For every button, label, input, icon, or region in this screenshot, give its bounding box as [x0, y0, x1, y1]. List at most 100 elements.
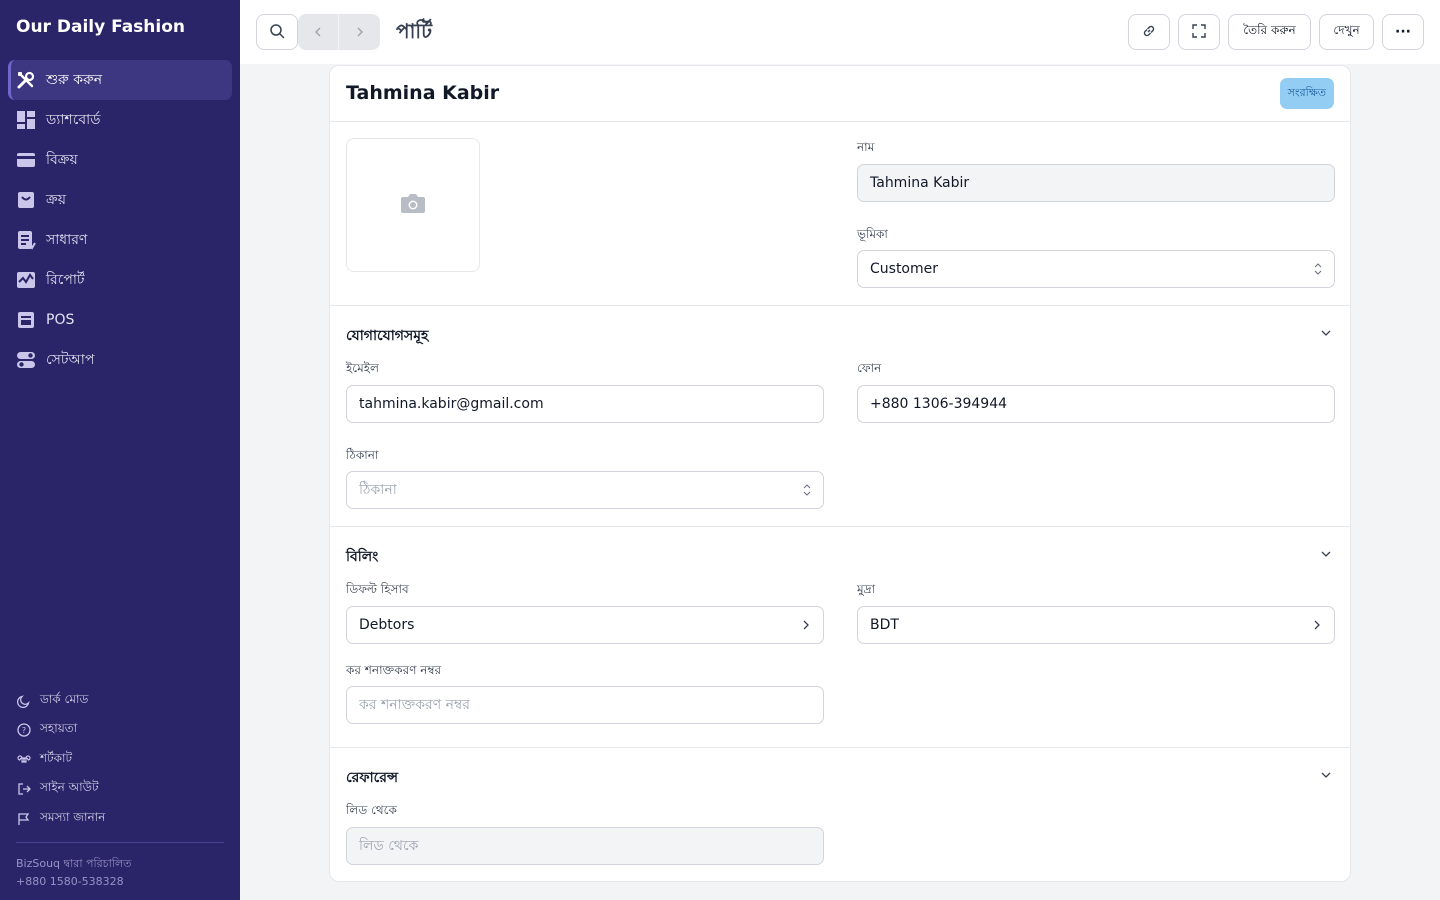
- flag-icon: [16, 811, 32, 827]
- more-options-button[interactable]: ···: [1382, 14, 1424, 50]
- sign-out-icon: [16, 781, 32, 797]
- dark-mode-label: ডার্ক মোড: [40, 691, 89, 706]
- help-link[interactable]: ? সহায়তা: [16, 716, 224, 746]
- section-divider: [330, 747, 1350, 748]
- sign-out-link[interactable]: সাইন আউট: [16, 775, 224, 805]
- back-button[interactable]: [298, 14, 339, 50]
- shortcuts-link[interactable]: শর্টকাট: [16, 745, 224, 775]
- report-issue-label: সমস্যা জানান: [40, 809, 106, 824]
- email-field[interactable]: tahmina.kabir@gmail.com: [346, 385, 824, 423]
- reports-icon: [16, 270, 36, 290]
- billing-section-title[interactable]: বিলিং: [346, 545, 378, 569]
- chevron-right-icon: [354, 23, 366, 42]
- page-title: পার্টি: [396, 19, 432, 43]
- powered-by: BizSouq দ্বারা পরিচালিত +880 1580-538328: [16, 855, 131, 891]
- sidebar-item-label: বিক্রয়: [46, 152, 78, 168]
- sidebar-item-get-started[interactable]: শুরু করুন: [8, 60, 232, 100]
- references-section-title[interactable]: রেফারেন্স: [346, 766, 398, 790]
- common-icon: [16, 230, 36, 250]
- chevron-right-icon: [801, 607, 811, 643]
- email-label: ইমেইল: [346, 361, 379, 375]
- sidebar-item-label: সাধারণ: [46, 232, 88, 248]
- dark-mode-toggle[interactable]: ডার্ক মোড: [16, 686, 224, 716]
- chevron-left-icon: [312, 23, 324, 42]
- contacts-section-title[interactable]: যোগাযোগসমূহ: [346, 324, 428, 348]
- brand-name[interactable]: Our Daily Fashion: [16, 17, 185, 37]
- expand-icon: [1192, 23, 1206, 41]
- view-button[interactable]: দেখুন: [1319, 14, 1374, 50]
- sign-out-label: সাইন আউট: [40, 780, 99, 795]
- sidebar-nav: শুরু করুন ড্যাশবোর্ড বিক্রয় ক্রয় সাধার…: [8, 60, 232, 380]
- copy-link-button[interactable]: [1128, 14, 1170, 50]
- create-button[interactable]: তৈরি করুন: [1228, 14, 1311, 50]
- sidebar-item-reports[interactable]: রিপোর্ট: [8, 260, 232, 300]
- currency-field[interactable]: BDT: [857, 606, 1335, 644]
- contacts-collapse-toggle[interactable]: [1318, 325, 1334, 341]
- forward-button[interactable]: [339, 14, 380, 50]
- help-label: সহায়তা: [40, 721, 78, 736]
- party-name-heading: Tahmina Kabir: [346, 82, 500, 104]
- phone-value: +880 1306-394944: [870, 396, 1008, 412]
- section-divider: [330, 305, 1350, 306]
- link-icon: [1141, 23, 1157, 42]
- support-phone: +880 1580-538328: [16, 875, 124, 888]
- sidebar: Our Daily Fashion শুরু করুন ড্যাশবোর্ড ব…: [0, 0, 240, 900]
- email-value: tahmina.kabir@gmail.com: [359, 396, 544, 412]
- status-badge: সংরক্ষিত: [1279, 78, 1334, 109]
- party-form-card: Tahmina Kabir সংরক্ষিত নাম Tahmina Kabir…: [329, 65, 1351, 882]
- command-icon: [16, 752, 32, 768]
- pos-icon: [16, 310, 36, 330]
- tax-id-field[interactable]: কর শনাক্তকরণ নম্বর: [346, 686, 824, 724]
- billing-collapse-toggle[interactable]: [1318, 546, 1334, 562]
- fullscreen-button[interactable]: [1178, 14, 1220, 50]
- sidebar-item-purchase[interactable]: ক্রয়: [8, 180, 232, 220]
- role-select[interactable]: Customer: [857, 250, 1335, 288]
- sidebar-item-setup[interactable]: সেটআপ: [8, 340, 232, 380]
- search-button[interactable]: [256, 14, 298, 50]
- sidebar-bottom-links: ডার্ক মোড ? সহায়তা শর্টকাট সাইন আউট সমস…: [16, 686, 224, 834]
- chevron-right-icon: [1312, 607, 1322, 643]
- tax-id-label: কর শনাক্তকরণ নম্বর: [346, 663, 442, 677]
- currency-value: BDT: [870, 617, 899, 633]
- dashboard-icon: [16, 110, 36, 130]
- lead-placeholder: লিড থেকে: [359, 838, 419, 854]
- svg-text:?: ?: [22, 726, 26, 735]
- name-field[interactable]: Tahmina Kabir: [857, 164, 1335, 202]
- address-select[interactable]: ঠিকানা: [346, 471, 824, 509]
- sidebar-item-dashboard[interactable]: ড্যাশবোর্ড: [8, 100, 232, 140]
- account-label: ডিফল্ট হিসাব: [346, 582, 409, 596]
- phone-field[interactable]: +880 1306-394944: [857, 385, 1335, 423]
- lead-label: লিড থেকে: [346, 803, 397, 817]
- topbar: পার্টি তৈরি করুন দেখুন ···: [240, 0, 1440, 64]
- report-issue-link[interactable]: সমস্যা জানান: [16, 804, 224, 834]
- sidebar-item-sales[interactable]: বিক্রয়: [8, 140, 232, 180]
- search-icon: [269, 23, 285, 42]
- select-arrows-icon: [803, 472, 811, 508]
- phone-label: ফোন: [857, 361, 882, 375]
- references-collapse-toggle[interactable]: [1318, 767, 1334, 783]
- chevron-down-icon: [1320, 324, 1332, 343]
- section-divider: [330, 526, 1350, 527]
- sidebar-item-label: ক্রয়: [46, 192, 66, 208]
- help-icon: ?: [16, 722, 32, 738]
- sidebar-item-label: সেটআপ: [46, 352, 95, 368]
- shortcuts-label: শর্টকাট: [40, 750, 73, 765]
- powered-by-text: BizSouq দ্বারা পরিচালিত: [16, 857, 132, 870]
- moon-icon: [16, 693, 32, 709]
- lead-field[interactable]: লিড থেকে: [346, 827, 824, 865]
- tools-icon: [16, 70, 36, 90]
- sidebar-item-pos[interactable]: POS: [8, 300, 232, 340]
- address-label: ঠিকানা: [346, 448, 379, 462]
- select-arrows-icon: [1314, 251, 1322, 287]
- sales-icon: [16, 150, 36, 170]
- role-label: ভূমিকা: [857, 227, 888, 241]
- purchase-icon: [16, 190, 36, 210]
- history-nav: [298, 14, 380, 50]
- sidebar-item-common[interactable]: সাধারণ: [8, 220, 232, 260]
- card-header: Tahmina Kabir সংরক্ষিত: [330, 66, 1350, 122]
- chevron-down-icon: [1320, 766, 1332, 785]
- name-value: Tahmina Kabir: [870, 175, 970, 191]
- camera-icon: [400, 192, 426, 218]
- account-field[interactable]: Debtors: [346, 606, 824, 644]
- image-upload[interactable]: [346, 138, 480, 272]
